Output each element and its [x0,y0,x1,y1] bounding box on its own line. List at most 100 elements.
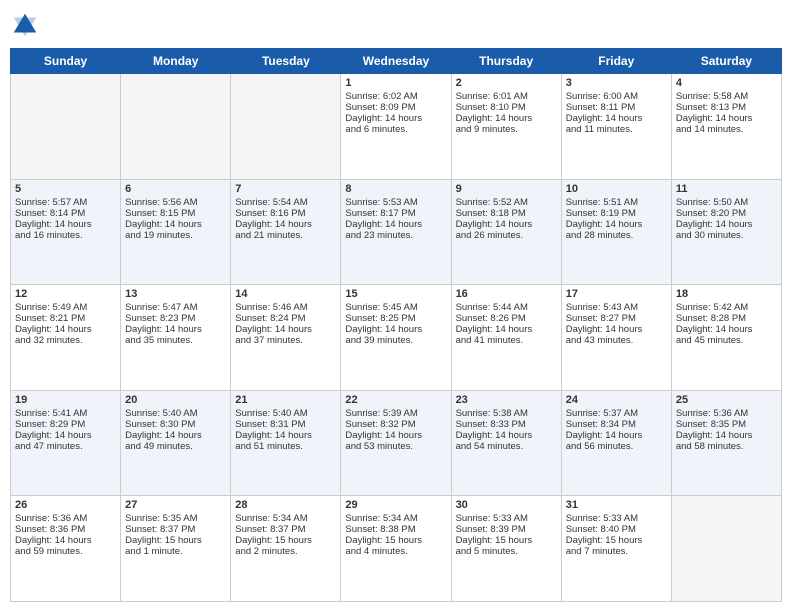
day-info: Daylight: 15 hours [456,535,557,546]
calendar-cell: 2Sunrise: 6:01 AMSunset: 8:10 PMDaylight… [451,74,561,180]
day-info: Sunrise: 5:52 AM [456,197,557,208]
day-number: 26 [15,499,116,511]
calendar-cell [11,74,121,180]
day-info: and 9 minutes. [456,124,557,135]
calendar-cell: 16 Sunrise: 5:44 AMSunset: 8:26 PMDayligh… [451,285,561,391]
day-info: and 16 minutes. [15,230,116,241]
day-info: Daylight: 14 hours [456,113,557,124]
calendar-cell: 13Sunrise: 5:47 AMSunset: 8:23 PMDayligh… [121,285,231,391]
day-info: and 43 minutes. [566,335,667,346]
col-header-friday: Friday [561,49,671,74]
day-info: Sunrise: 5:46 AM [235,302,336,313]
day-info: Sunset: 8:14 PM [15,208,116,219]
day-info: Sunset: 8:37 PM [235,524,336,535]
day-number: 30 [456,499,557,511]
calendar-cell: 29Sunrise: 5:34 AMSunset: 8:38 PMDayligh… [341,496,451,602]
day-info: Sunrise: 5:40 AM [235,408,336,419]
day-info: and 59 minutes. [15,546,116,557]
day-number: 16 [456,288,557,300]
day-info: Daylight: 15 hours [566,535,667,546]
day-number: 10 [566,183,667,195]
day-number: 11 [676,183,777,195]
day-number: 13 [125,288,226,300]
day-info: and 54 minutes. [456,441,557,452]
day-info: Daylight: 14 hours [456,430,557,441]
calendar-cell: 7Sunrise: 5:54 AMSunset: 8:16 PMDaylight… [231,179,341,285]
day-number: 4 [676,77,777,89]
calendar-cell: 15Sunrise: 5:45 AMSunset: 8:25 PMDayligh… [341,285,451,391]
calendar-cell: 25Sunrise: 5:36 AMSunset: 8:35 PMDayligh… [671,390,781,496]
day-number: 24 [566,394,667,406]
day-info: and 23 minutes. [345,230,446,241]
calendar-cell: 5Sunrise: 5:57 AMSunset: 8:14 PMDaylight… [11,179,121,285]
day-info: Sunrise: 6:00 AM [566,91,667,102]
calendar-cell: 28Sunrise: 5:34 AMSunset: 8:37 PMDayligh… [231,496,341,602]
day-info: Daylight: 14 hours [15,535,116,546]
header [10,10,782,40]
day-info: Daylight: 14 hours [456,324,557,335]
day-info: and 6 minutes. [345,124,446,135]
day-info: Sunset: 8:31 PM [235,419,336,430]
day-info: Daylight: 14 hours [235,324,336,335]
day-info: Sunrise: 5:38 AM [456,408,557,419]
day-info: Sunrise: 5:44 AM [456,302,557,313]
calendar-cell: 8Sunrise: 5:53 AMSunset: 8:17 PMDaylight… [341,179,451,285]
day-info: Sunset: 8:25 PM [345,313,446,324]
day-info: Sunset: 8:16 PM [235,208,336,219]
calendar-cell: 30Sunrise: 5:33 AMSunset: 8:39 PMDayligh… [451,496,561,602]
day-number: 1 [345,77,446,89]
day-info: Sunset: 8:09 PM [345,102,446,113]
day-info: Daylight: 14 hours [125,430,226,441]
day-info: Sunset: 8:10 PM [456,102,557,113]
day-number: 29 [345,499,446,511]
calendar-cell: 21Sunrise: 5:40 AMSunset: 8:31 PMDayligh… [231,390,341,496]
day-info: and 37 minutes. [235,335,336,346]
day-info: Sunrise: 5:45 AM [345,302,446,313]
day-info: and 26 minutes. [456,230,557,241]
day-info: Sunset: 8:27 PM [566,313,667,324]
day-info: and 28 minutes. [566,230,667,241]
calendar-cell: 22Sunrise: 5:39 AMSunset: 8:32 PMDayligh… [341,390,451,496]
calendar-header-row: SundayMondayTuesdayWednesdayThursdayFrid… [11,49,782,74]
day-info: Sunrise: 5:34 AM [345,513,446,524]
day-info: Daylight: 14 hours [15,219,116,230]
logo [10,10,44,40]
day-number: 22 [345,394,446,406]
day-info: Sunrise: 5:42 AM [676,302,777,313]
calendar-cell [671,496,781,602]
day-info: Sunset: 8:26 PM [456,313,557,324]
day-info: Daylight: 14 hours [15,324,116,335]
day-info: Daylight: 14 hours [676,219,777,230]
calendar-cell: 17Sunrise: 5:43 AMSunset: 8:27 PMDayligh… [561,285,671,391]
day-number: 6 [125,183,226,195]
day-number: 14 [235,288,336,300]
day-number: 19 [15,394,116,406]
day-info: and 19 minutes. [125,230,226,241]
day-info: Sunrise: 5:58 AM [676,91,777,102]
day-number: 2 [456,77,557,89]
day-number: 27 [125,499,226,511]
day-info: Sunset: 8:29 PM [15,419,116,430]
calendar-cell: 26Sunrise: 5:36 AMSunset: 8:36 PMDayligh… [11,496,121,602]
col-header-monday: Monday [121,49,231,74]
calendar-cell: 9Sunrise: 5:52 AMSunset: 8:18 PMDaylight… [451,179,561,285]
day-info: Daylight: 14 hours [566,113,667,124]
day-info: Daylight: 15 hours [235,535,336,546]
day-info: Daylight: 14 hours [566,219,667,230]
calendar-table: SundayMondayTuesdayWednesdayThursdayFrid… [10,48,782,602]
day-info: Sunset: 8:37 PM [125,524,226,535]
day-number: 20 [125,394,226,406]
day-info: Daylight: 14 hours [566,430,667,441]
day-info: Daylight: 14 hours [456,219,557,230]
col-header-sunday: Sunday [11,49,121,74]
week-row-2: 5Sunrise: 5:57 AMSunset: 8:14 PMDaylight… [11,179,782,285]
day-info: Daylight: 14 hours [566,324,667,335]
day-info: Sunset: 8:38 PM [345,524,446,535]
day-info: and 53 minutes. [345,441,446,452]
calendar-cell: 10Sunrise: 5:51 AMSunset: 8:19 PMDayligh… [561,179,671,285]
week-row-3: 12Sunrise: 5:49 AMSunset: 8:21 PMDayligh… [11,285,782,391]
day-info: Sunset: 8:18 PM [456,208,557,219]
day-number: 18 [676,288,777,300]
calendar-cell: 31Sunrise: 5:33 AMSunset: 8:40 PMDayligh… [561,496,671,602]
day-info: Sunset: 8:40 PM [566,524,667,535]
